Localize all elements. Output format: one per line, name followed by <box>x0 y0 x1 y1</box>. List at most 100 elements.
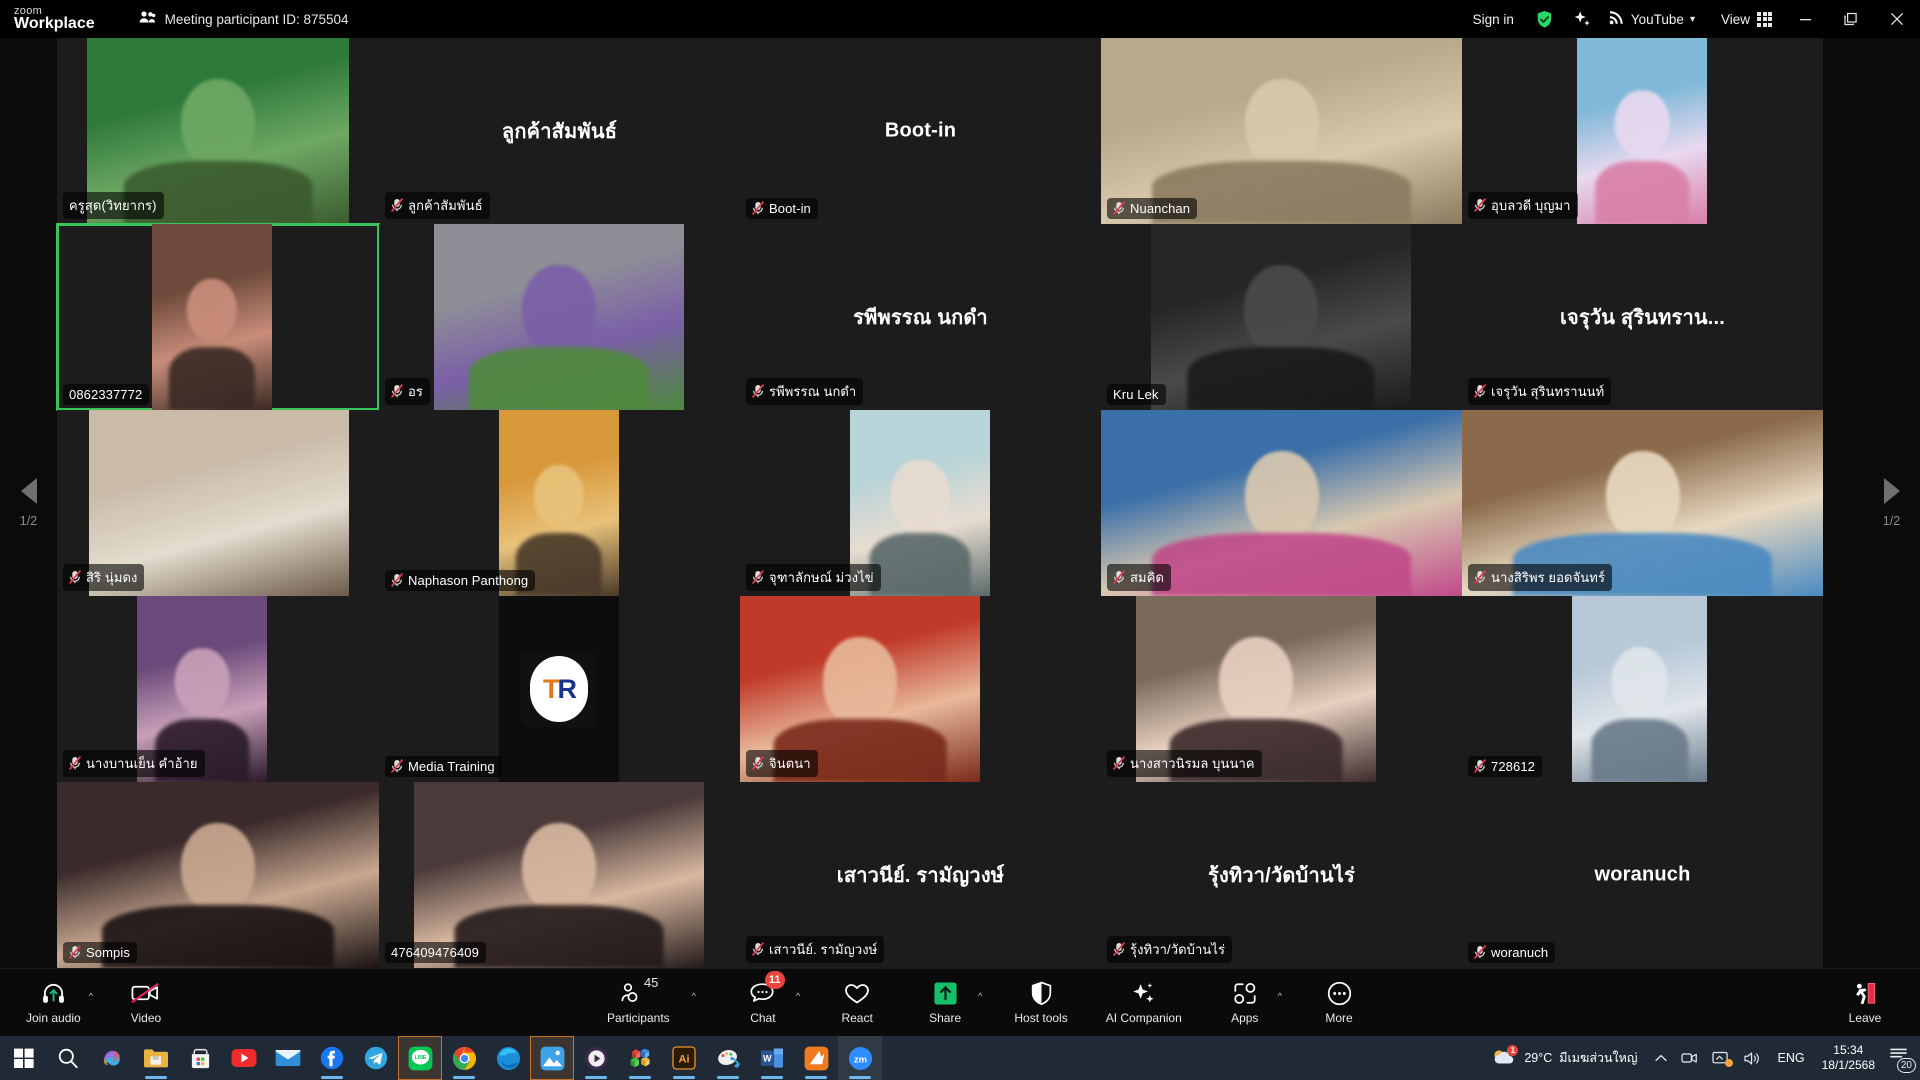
participant-display-name-large: Boot-in <box>884 119 957 142</box>
apps-chevron-icon[interactable]: ^ <box>1278 991 1282 1001</box>
participant-name-badge: สมคิด <box>1107 564 1172 591</box>
join-audio-button[interactable]: Join audio <box>20 972 87 1034</box>
mic-off-icon <box>752 756 764 770</box>
search-button[interactable] <box>46 1036 90 1080</box>
participant-name-label: 0862337772 <box>69 386 143 402</box>
mic-off-icon <box>69 945 81 959</box>
chrome-button[interactable] <box>442 1036 486 1080</box>
apps-icon <box>1231 980 1259 1006</box>
participant-display-name-large: รุ้งทิวา/วัดบ้านไร่ <box>1208 865 1355 887</box>
host-tools-button[interactable]: Host tools <box>1008 972 1073 1034</box>
file-explorer-button[interactable] <box>134 1036 178 1080</box>
view-button[interactable]: View <box>1703 11 1782 27</box>
participant-tile[interactable]: เจรุวัน สุรินทราน... เจรุวัน สุรินทรานนท์ <box>1462 224 1823 410</box>
participant-tile[interactable]: 0862337772 <box>56 223 380 411</box>
apps-button[interactable]: Apps <box>1214 972 1276 1034</box>
tray-overflow-chevron-icon[interactable] <box>1648 1054 1674 1063</box>
ai-companion-button[interactable]: AI Companion <box>1100 972 1188 1034</box>
start-button[interactable] <box>2 1036 46 1080</box>
participant-tile[interactable]: รุ้งทิวา/วัดบ้านไร่ รุ้งทิวา/วัดบ้านไร่ <box>1101 782 1462 968</box>
close-button[interactable] <box>1874 0 1920 38</box>
mic-off-icon <box>69 570 81 584</box>
speaker-icon[interactable] <box>1736 1051 1769 1066</box>
participant-tile[interactable]: Naphason Panthong <box>379 410 740 596</box>
participant-name-badge: รพีพรรณ นกดำ <box>746 378 864 405</box>
participant-tile[interactable]: นางสาวนิรมล บุนนาค <box>1101 596 1462 782</box>
participant-tile[interactable]: TR Media Training <box>379 596 740 782</box>
more-button[interactable]: More <box>1308 972 1370 1034</box>
windows-taskbar: LINE Ai Wzm 1 29°C มีเมฆส่วนใหญ่ ENG 15:34… <box>0 1036 1920 1080</box>
sign-in-button[interactable]: Sign in <box>1461 12 1526 27</box>
telegram-button[interactable] <box>354 1036 398 1080</box>
participant-tile[interactable]: นางบานเย็น คำอ้าย <box>57 596 379 782</box>
react-button[interactable]: React <box>826 972 888 1034</box>
media-player-button[interactable] <box>574 1036 618 1080</box>
weather-widget[interactable]: 1 29°C มีเมฆส่วนใหญ่ <box>1491 1045 1647 1069</box>
illustrator-button[interactable]: Ai <box>662 1036 706 1080</box>
participant-tile[interactable]: 728612 <box>1462 596 1823 782</box>
3d-viewer-button[interactable] <box>618 1036 662 1080</box>
youtube-broadcast-button[interactable]: YouTube ▾ <box>1601 10 1703 28</box>
line-button[interactable]: LINE <box>398 1036 442 1080</box>
clock[interactable]: 15:34 18/1/2568 <box>1814 1043 1883 1073</box>
youtube-button[interactable] <box>222 1036 266 1080</box>
next-page-button[interactable]: 1/2 <box>1863 478 1920 528</box>
audio-options-chevron-icon[interactable]: ^ <box>89 991 93 1001</box>
participant-tile[interactable]: อร <box>379 224 740 410</box>
edge-button[interactable] <box>486 1036 530 1080</box>
participant-tile[interactable]: สิริ นุ่มดง <box>57 410 379 596</box>
mic-off-icon <box>1474 384 1486 398</box>
participants-button[interactable]: Participants 45 <box>601 972 676 1034</box>
participants-chevron-icon[interactable]: ^ <box>692 991 696 1001</box>
chat-chevron-icon[interactable]: ^ <box>796 991 800 1001</box>
share-chevron-icon[interactable]: ^ <box>978 991 982 1001</box>
notification-center-icon[interactable]: 20 <box>1883 1046 1920 1073</box>
participant-name-badge: นางสาวนิรมล บุนนาค <box>1107 750 1262 777</box>
participant-tile[interactable]: รพีพรรณ นกดำ รพีพรรณ นกดำ <box>740 224 1101 410</box>
microsoft-store-button[interactable] <box>178 1036 222 1080</box>
mic-off-icon <box>1474 759 1486 773</box>
participant-tile[interactable]: ลูกค้าสัมพันธ์ ลูกค้าสัมพันธ์ <box>379 38 740 224</box>
participant-tile[interactable]: Kru Lek <box>1101 224 1462 410</box>
participant-tile[interactable]: Sompis <box>57 782 379 968</box>
participant-tile[interactable]: สมคิด <box>1101 410 1462 596</box>
ai-sparkle-icon[interactable] <box>1563 0 1601 38</box>
participant-tile[interactable]: นางสิริพร ยอดจันทร์ <box>1462 410 1823 596</box>
mic-off-icon <box>1113 942 1125 956</box>
leave-button[interactable]: Leave <box>1834 972 1896 1034</box>
participant-name-badge: สิริ นุ่มดง <box>63 564 145 591</box>
participant-tile[interactable]: จินตนา <box>740 596 1101 782</box>
participant-tile[interactable]: Nuanchan <box>1101 38 1462 224</box>
participant-name-label: นางสิริพร ยอดจันทร์ <box>1491 569 1606 585</box>
participant-tile[interactable]: อุบลวดี บุญมา <box>1462 38 1823 224</box>
participant-name-label: สมคิด <box>1130 569 1165 585</box>
participant-tile[interactable]: จุฑาลักษณ์ ม่วงไข่ <box>740 410 1101 596</box>
zoom-taskbar-button[interactable]: zm <box>838 1036 882 1080</box>
minimize-button[interactable] <box>1782 0 1828 38</box>
maximize-button[interactable] <box>1828 0 1874 38</box>
participant-name-badge: อร <box>385 378 430 405</box>
chat-button[interactable]: 11 Chat <box>732 970 794 1034</box>
facebook-button[interactable] <box>310 1036 354 1080</box>
security-shield-icon[interactable] <box>1526 0 1563 38</box>
copilot-button[interactable] <box>90 1036 134 1080</box>
participant-tile[interactable]: woranuch woranuch <box>1462 782 1823 968</box>
participant-tile[interactable]: Boot-in Boot-in <box>740 38 1101 224</box>
screen-share-tray-icon[interactable] <box>1705 1051 1736 1067</box>
participant-tile[interactable]: 476409476409 <box>379 782 740 968</box>
mail-button[interactable] <box>266 1036 310 1080</box>
kingsoft-button[interactable] <box>794 1036 838 1080</box>
paint-button[interactable] <box>706 1036 750 1080</box>
video-button[interactable]: Video <box>115 972 177 1034</box>
share-button[interactable]: Share <box>914 972 976 1034</box>
participant-tile[interactable]: ครูสุด(วิทยากร) <box>57 38 379 224</box>
camera-tray-icon[interactable] <box>1674 1051 1705 1065</box>
participant-name-label: อร <box>408 383 423 399</box>
word-button[interactable]: W <box>750 1036 794 1080</box>
participant-tile[interactable]: เสาวนีย์. รามัญวงษ์ เสาวนีย์. รามัญวงษ์ <box>740 782 1101 968</box>
apps-label: Apps <box>1231 1011 1259 1025</box>
previous-page-button[interactable]: 1/2 <box>0 478 57 528</box>
mic-off-icon <box>752 384 764 398</box>
photos-button[interactable] <box>530 1036 574 1080</box>
language-indicator[interactable]: ENG <box>1769 1051 1814 1065</box>
